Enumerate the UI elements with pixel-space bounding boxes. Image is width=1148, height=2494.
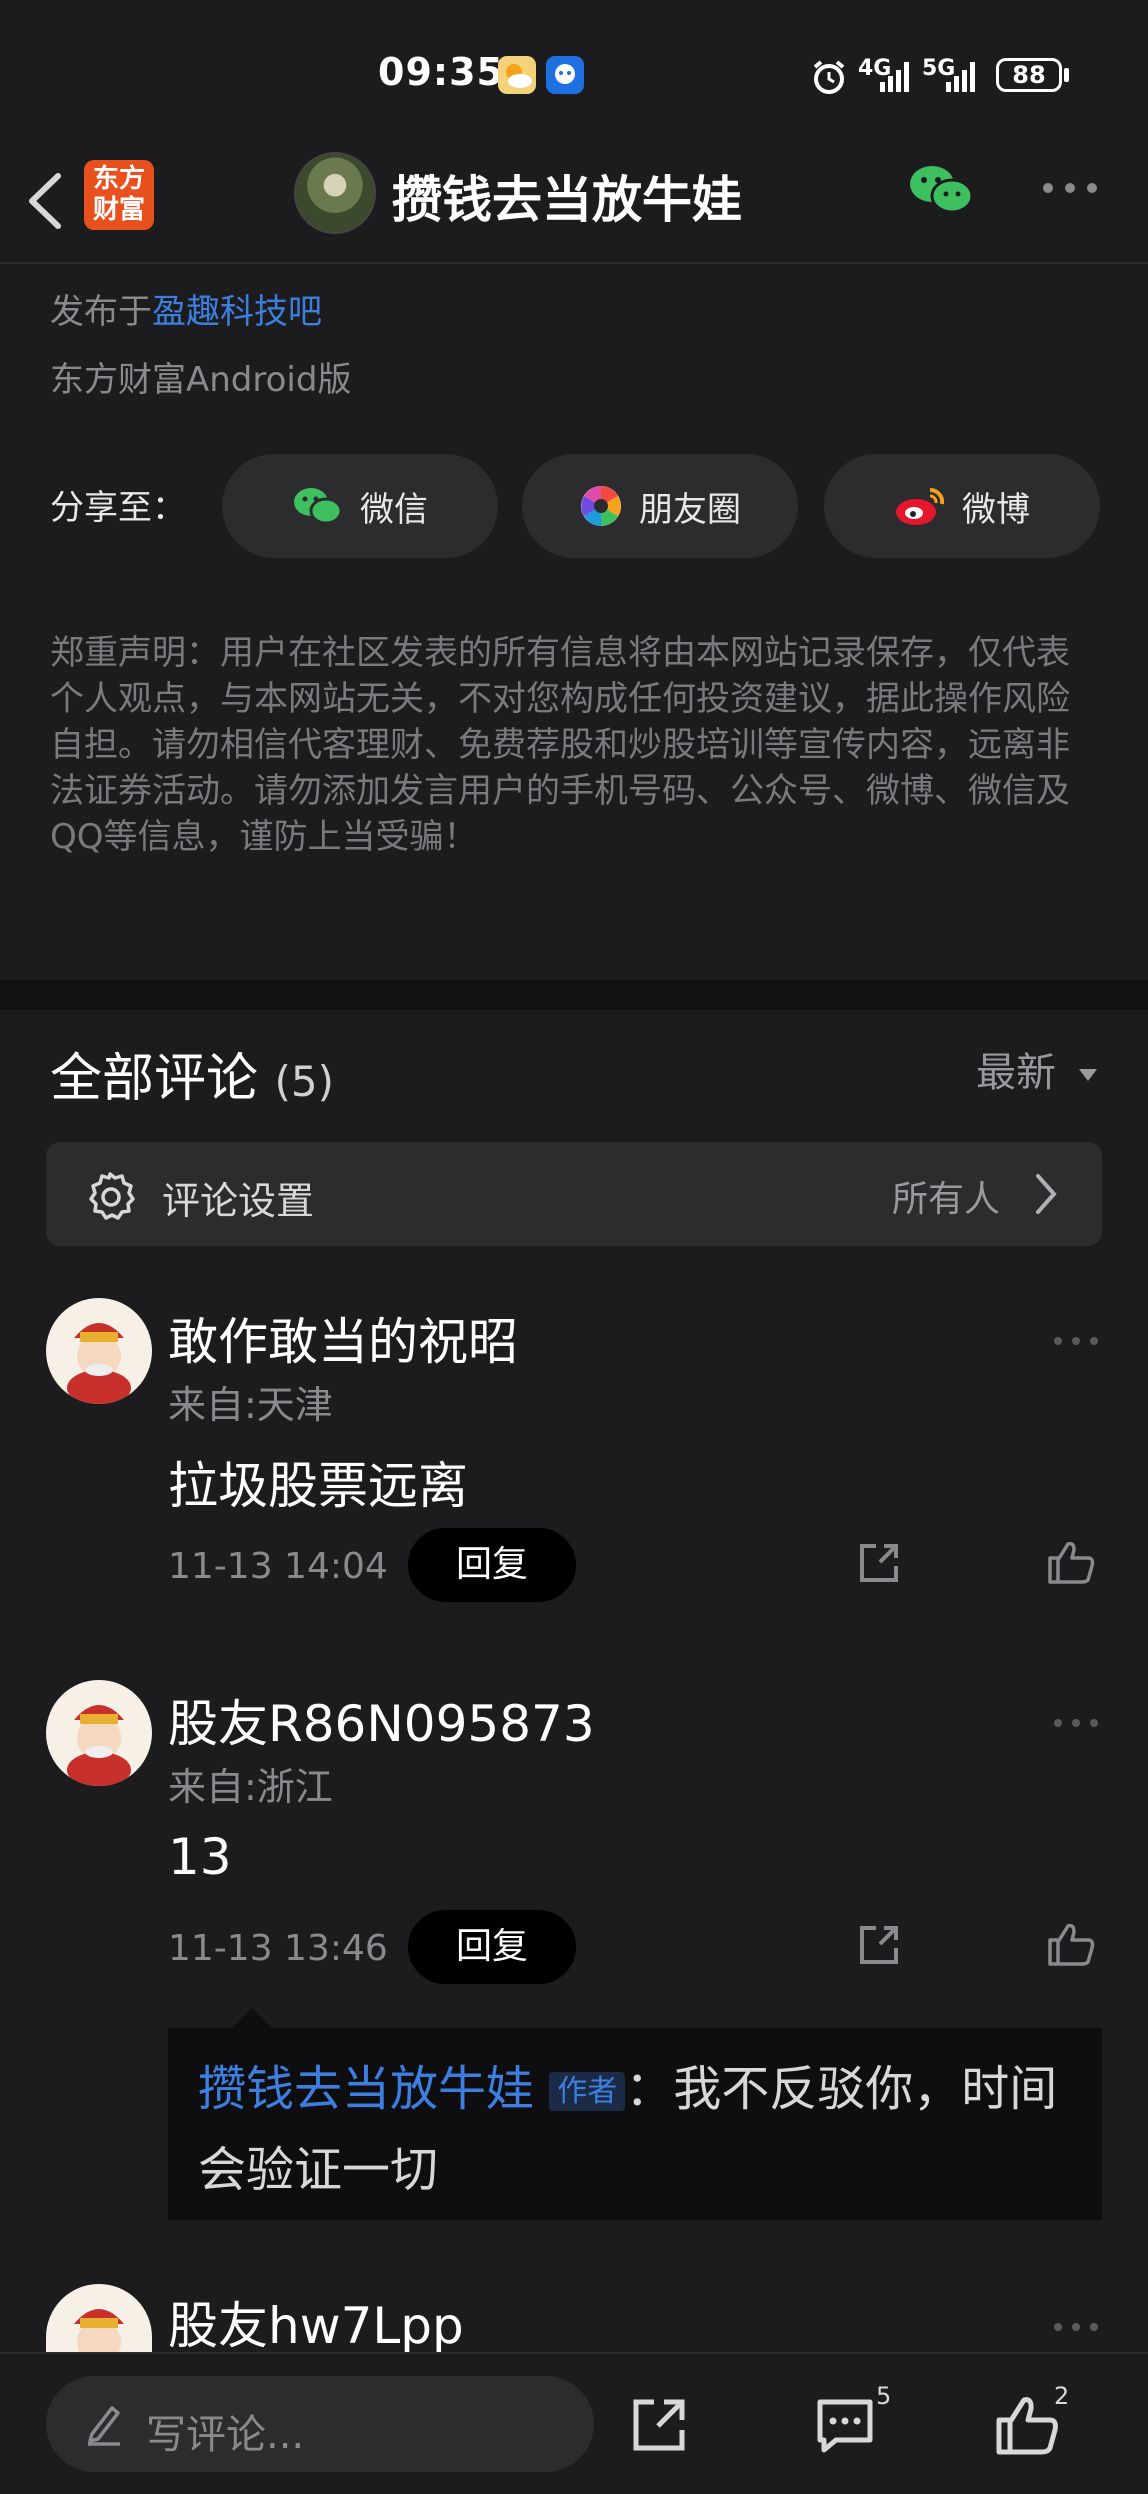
status-time: 09:35 [378, 50, 504, 94]
back-arrow-icon[interactable] [22, 168, 66, 238]
avatar[interactable] [46, 2284, 152, 2352]
share-icon[interactable] [856, 1540, 902, 1590]
battery-indicator: 88 [996, 58, 1062, 92]
comments-count: (5) [274, 1057, 335, 1106]
caret-down-icon [1078, 1069, 1097, 1081]
reply-button[interactable]: 回复 [408, 1528, 576, 1602]
wechat-icon [294, 488, 343, 525]
wechat-icon[interactable] [908, 160, 974, 224]
section-divider [0, 980, 1148, 1010]
like-icon[interactable] [1046, 1538, 1096, 1590]
comment-count-badge: 5 [876, 2382, 892, 2410]
author-avatar[interactable] [294, 152, 376, 234]
forum-link[interactable]: 盈趣科技吧 [152, 292, 322, 332]
share-moments-button[interactable]: 朋友圈 [522, 454, 798, 558]
sub-reply[interactable]: 攒钱去当放牛娃 作者 ：我不反驳你，时间会验证一切 [168, 2028, 1102, 2220]
app-notification-icon [546, 56, 584, 94]
share-label: 分享至： [50, 488, 186, 528]
share-wechat-button[interactable]: 微信 [222, 454, 498, 558]
share-weibo-label: 微博 [962, 489, 1030, 530]
author-tag: 作者 [549, 2072, 626, 2111]
comment-location: 来自:浙江 [168, 1765, 333, 1809]
bottom-bar: 写评论... 5 2 [0, 2352, 1148, 2494]
sort-label: 最新 [976, 1050, 1056, 1096]
sort-dropdown[interactable]: 最新 [976, 1040, 1099, 1098]
sub-reply-pointer [232, 2008, 272, 2028]
avatar[interactable] [46, 1680, 152, 1786]
pencil-icon [84, 2402, 124, 2450]
comment-text: 13 [168, 1828, 232, 1886]
status-bar: 09:35 4G 5G 88 [0, 0, 1148, 140]
share-icon[interactable] [856, 1922, 902, 1972]
page-title: 攒钱去当放牛娃 [392, 171, 742, 229]
disclaimer-text: 郑重声明：用户在社区发表的所有信息将由本网站记录保存，仅代表个人观点，与本网站无… [50, 633, 1070, 857]
client-info: 东方财富Android版 [50, 360, 352, 400]
comment-author[interactable]: 敢作敢当的祝昭 [168, 1302, 518, 1374]
comment-settings-value: 所有人 [892, 1179, 1001, 1220]
write-comment-placeholder: 写评论... [146, 2412, 305, 2458]
like-icon[interactable] [994, 2394, 1060, 2462]
write-comment-input[interactable]: 写评论... [46, 2376, 594, 2472]
signal-icon [878, 60, 918, 98]
alarm-icon [810, 58, 848, 100]
published-prefix: 发布于 [50, 292, 152, 332]
moments-icon [581, 486, 621, 526]
comment-author[interactable]: 股友R86N095873 [168, 1684, 595, 1756]
comment-time: 11-13 13:46 [168, 1928, 388, 1969]
share-weibo-button[interactable]: 微博 [824, 454, 1100, 558]
comment-text: 拉圾股票远离 [168, 1457, 468, 1515]
comment-location: 来自:天津 [168, 1383, 333, 1427]
weibo-icon [896, 487, 945, 525]
comment-time: 11-13 14:04 [168, 1546, 388, 1587]
published-in: 发布于盈趣科技吧 [50, 284, 322, 333]
comments-title: 全部评论 (5) [50, 1036, 334, 1111]
more-options-icon[interactable] [1040, 178, 1100, 202]
nav-header: 东方财富 攒钱去当放牛娃 [0, 140, 1148, 264]
like-icon[interactable] [1046, 1920, 1096, 1972]
comments-title-label: 全部评论 [50, 1049, 259, 1109]
share-moments-label: 朋友圈 [639, 489, 741, 530]
share-icon[interactable] [630, 2396, 688, 2458]
like-count-badge: 2 [1054, 2382, 1070, 2410]
reply-button[interactable]: 回复 [408, 1910, 576, 1984]
avatar[interactable] [46, 1298, 152, 1404]
signal-icon-2 [944, 60, 984, 98]
sub-reply-author[interactable]: 攒钱去当放牛娃 [198, 2061, 534, 2117]
comment-more-icon[interactable] [1052, 1690, 1100, 1741]
comment-settings-label: 评论设置 [162, 1179, 315, 1223]
comment-icon[interactable] [814, 2396, 876, 2460]
comment-settings-row[interactable]: 评论设置 所有人 [46, 1142, 1102, 1246]
comment-more-icon[interactable] [1052, 1308, 1100, 1359]
weather-icon [498, 56, 536, 94]
gear-icon [84, 1170, 136, 1226]
battery-tip [1064, 68, 1069, 82]
chevron-right-icon [1032, 1172, 1060, 1220]
share-wechat-label: 微信 [360, 489, 428, 530]
comment-author[interactable]: 股友hw7Lpp [168, 2286, 464, 2358]
brand-logo[interactable]: 东方财富 [84, 160, 154, 230]
comment-more-icon[interactable] [1052, 2294, 1100, 2345]
